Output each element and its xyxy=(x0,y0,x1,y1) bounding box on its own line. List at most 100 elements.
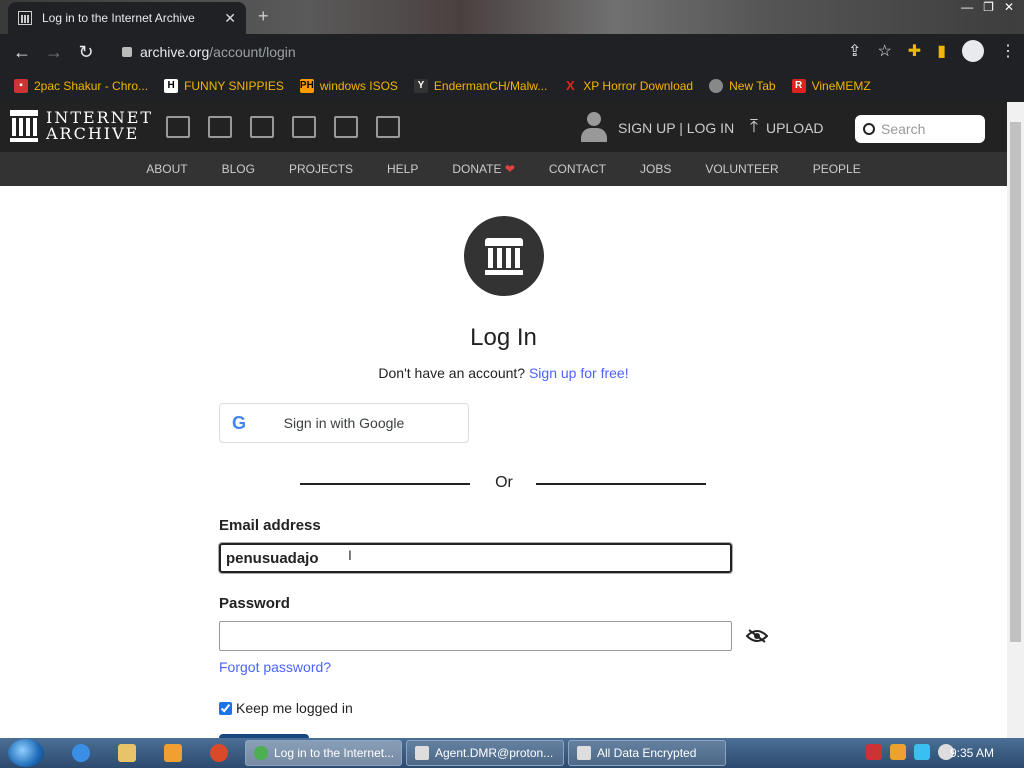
tab-title: Log in to the Internet Archive xyxy=(42,11,195,25)
bookmark-item[interactable]: X XP Horror Download xyxy=(563,78,693,94)
archive-favicon-icon xyxy=(18,11,32,25)
ie-icon[interactable] xyxy=(72,744,90,762)
explorer-folder-icon[interactable] xyxy=(118,744,136,762)
bookmark-item[interactable]: ▪ 2pac Shakur - Chro... xyxy=(14,79,148,93)
email-label: Email address xyxy=(219,517,321,534)
nav-donate[interactable]: DONATE ❤ xyxy=(452,162,515,176)
reload-icon[interactable]: ↻ xyxy=(70,42,102,63)
text-cursor-icon: I xyxy=(348,547,352,563)
window-controls: — ❐ ✕ xyxy=(961,0,1014,14)
secondary-nav: ABOUT BLOG PROJECTS HELP DONATE ❤ CONTAC… xyxy=(0,152,1007,186)
password-label: Password xyxy=(219,595,290,612)
nav-projects[interactable]: PROJECTS xyxy=(289,162,353,176)
keep-logged-in-checkbox[interactable] xyxy=(219,701,232,715)
nav-jobs[interactable]: JOBS xyxy=(640,162,671,176)
media-type-icons xyxy=(166,116,400,138)
tupac-favicon-icon: ▪ xyxy=(14,79,28,93)
r-favicon-icon: R xyxy=(791,79,806,93)
browser-tab-strip: Log in to the Internet Archive ✕ + — ❐ ✕ xyxy=(0,0,1024,34)
texts-book-icon[interactable] xyxy=(208,116,232,138)
bookmark-item[interactable]: H FUNNY SNIPPIES xyxy=(164,79,284,93)
divider-left xyxy=(300,483,470,485)
new-tab-icon[interactable]: + xyxy=(258,6,269,27)
system-tray xyxy=(866,744,954,760)
forgot-password-link[interactable]: Forgot password? xyxy=(219,659,331,675)
chrome-icon xyxy=(254,746,268,760)
taskbar-task-encrypted[interactable]: All Data Encrypted xyxy=(568,740,726,766)
upload-link[interactable]: ⤒ UPLOAD xyxy=(750,116,824,137)
taskbar-task-chrome[interactable]: Log in to the Internet... xyxy=(245,740,402,766)
archive-logo-circle-icon xyxy=(464,216,544,296)
images-icon[interactable] xyxy=(376,116,400,138)
scroll-thumb[interactable] xyxy=(1010,122,1021,642)
signup-link[interactable]: Sign up for free! xyxy=(529,365,629,381)
window-icon xyxy=(415,746,429,760)
nav-about[interactable]: ABOUT xyxy=(146,162,187,176)
start-button-icon[interactable] xyxy=(8,739,44,767)
bookmarks-bar: ▪ 2pac Shakur - Chro... H FUNNY SNIPPIES P… xyxy=(0,70,1024,102)
video-film-icon[interactable] xyxy=(250,116,274,138)
tray-check-icon[interactable] xyxy=(866,744,882,760)
browser-tab[interactable]: Log in to the Internet Archive ✕ xyxy=(8,2,246,34)
archive-temple-icon xyxy=(10,110,38,142)
taskbar-task-agent[interactable]: Agent.DMR@proton... xyxy=(406,740,564,766)
y-favicon-icon: Y xyxy=(413,79,428,93)
extensions-icon[interactable]: ✚ xyxy=(908,41,921,61)
globe-favicon-icon xyxy=(709,79,724,93)
url-path: /account/login xyxy=(209,44,296,60)
nav-contact[interactable]: CONTACT xyxy=(549,162,606,176)
nav-people[interactable]: PEOPLE xyxy=(813,162,861,176)
profile-avatar-icon[interactable] xyxy=(962,40,984,62)
close-window-icon[interactable]: ✕ xyxy=(1004,0,1014,14)
share-icon[interactable]: ⇪ xyxy=(848,41,861,61)
page-scrollbar[interactable] xyxy=(1007,102,1024,738)
search-box[interactable]: Search xyxy=(855,115,985,143)
search-icon xyxy=(863,123,875,135)
media-player-icon[interactable] xyxy=(164,744,182,762)
toggle-password-visibility-icon[interactable] xyxy=(746,629,768,643)
bookmark-item[interactable]: Y EndermanCH/Malw... xyxy=(413,79,547,93)
tray-search-icon[interactable] xyxy=(890,744,906,760)
upload-arrow-icon: ⤒ xyxy=(750,116,758,136)
bookmark-item[interactable]: PH windows ISOS xyxy=(299,79,398,93)
app-icon[interactable] xyxy=(210,744,228,762)
ia-logo[interactable]: INTERNET ARCHIVE xyxy=(10,110,153,142)
logo-line-2: ARCHIVE xyxy=(46,124,140,143)
close-tab-icon[interactable]: ✕ xyxy=(224,10,236,27)
taskbar-clock[interactable]: 9:35 AM xyxy=(950,746,994,760)
signup-login-link[interactable]: SIGN UP | LOG IN xyxy=(618,120,734,136)
forward-icon[interactable]: → xyxy=(38,42,70,63)
password-field[interactable] xyxy=(219,621,732,651)
keep-logged-in-label[interactable]: Keep me logged in xyxy=(236,700,353,716)
heart-icon: ❤ xyxy=(504,162,515,176)
divider-right xyxy=(536,483,706,485)
maximize-icon[interactable]: ❐ xyxy=(983,0,994,14)
tray-display-icon[interactable] xyxy=(914,744,930,760)
h-favicon-icon: H xyxy=(164,79,179,93)
web-icon[interactable] xyxy=(166,116,190,138)
window-icon xyxy=(577,746,591,760)
toolbar-icons: ⇪ ☆ ✚ ▮ ⋮ xyxy=(848,40,1016,62)
back-icon[interactable]: ← xyxy=(6,42,38,63)
x-favicon-icon: X xyxy=(565,78,575,93)
side-panel-icon[interactable]: ▮ xyxy=(937,41,946,61)
minimize-icon[interactable]: — xyxy=(961,0,973,14)
nav-blog[interactable]: BLOG xyxy=(222,162,255,176)
page-title: Log In xyxy=(470,324,537,351)
menu-kebab-icon[interactable]: ⋮ xyxy=(1000,41,1016,61)
bookmark-star-icon[interactable]: ☆ xyxy=(877,41,891,61)
bookmark-item[interactable]: R VineMEMZ xyxy=(791,79,871,93)
google-icon: G xyxy=(232,413,247,433)
google-signin-button[interactable]: G Sign in with Google xyxy=(219,403,469,443)
keep-logged-in-row: Keep me logged in xyxy=(219,700,353,716)
software-floppy-icon[interactable] xyxy=(334,116,358,138)
audio-speaker-icon[interactable] xyxy=(292,116,316,138)
nav-help[interactable]: HELP xyxy=(387,162,418,176)
address-bar[interactable]: archive.org/account/login xyxy=(112,38,892,66)
bookmark-item[interactable]: New Tab xyxy=(709,79,776,93)
user-icon[interactable] xyxy=(580,112,608,144)
search-placeholder: Search xyxy=(881,121,926,137)
nav-volunteer[interactable]: VOLUNTEER xyxy=(705,162,778,176)
email-field[interactable] xyxy=(218,542,733,574)
ph-favicon-icon: PH xyxy=(299,79,314,93)
